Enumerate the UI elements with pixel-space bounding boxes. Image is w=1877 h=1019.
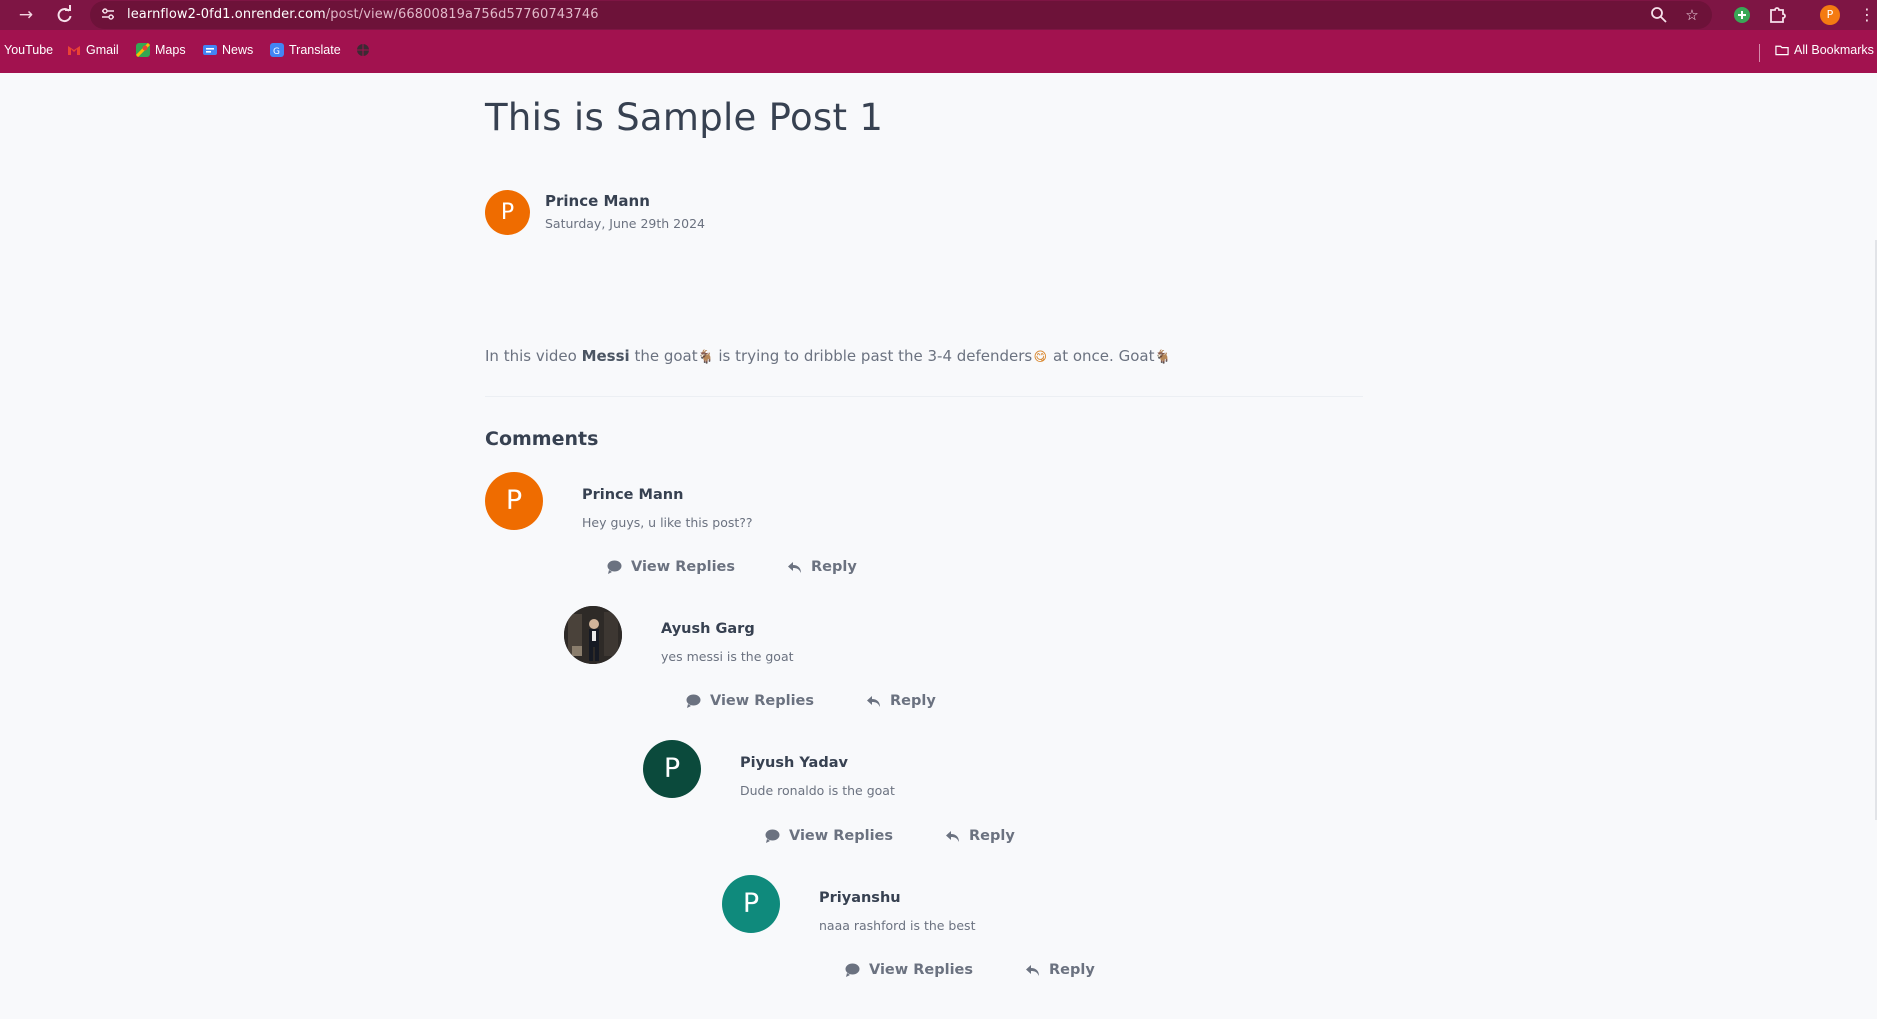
profile-avatar[interactable]: P (1820, 5, 1840, 25)
comment-avatar[interactable]: P (485, 472, 543, 530)
svg-text:G: G (273, 47, 280, 57)
comment-text: naaa rashford is the best (819, 918, 976, 933)
goat-emoji: 🐐 (1154, 350, 1171, 365)
address-bar[interactable]: learnflow2-0fd1.onrender.com/post/view/6… (90, 1, 1712, 29)
comment-text: yes messi is the goat (661, 649, 794, 664)
menu-icon[interactable]: ⋮ (1859, 3, 1875, 27)
post-author-name[interactable]: Prince Mann (545, 192, 650, 210)
comments-heading: Comments (485, 428, 599, 450)
zoom-icon[interactable] (1647, 3, 1671, 27)
extensions-puzzle-icon[interactable] (1766, 4, 1788, 26)
post-title: This is Sample Post 1 (485, 96, 884, 139)
browser-chrome: → learnflow2-0fd1.onrender.com/post/view… (0, 0, 1877, 73)
comment-author[interactable]: Priyanshu (819, 890, 901, 906)
news-icon (203, 45, 217, 55)
post-date: Saturday, June 29th 2024 (545, 216, 705, 231)
view-replies-button[interactable]: View Replies (607, 559, 735, 575)
bookmarks-separator (1759, 44, 1760, 62)
person-photo-icon (564, 606, 622, 664)
bookmark-youtube[interactable]: YouTube (4, 43, 53, 57)
view-replies-button[interactable]: View Replies (686, 693, 814, 709)
comment-avatar[interactable]: P (643, 740, 701, 798)
view-replies-button[interactable]: View Replies (845, 962, 973, 978)
chat-bubble-icon (845, 963, 860, 977)
url-text: learnflow2-0fd1.onrender.com/post/view/6… (127, 7, 599, 22)
bookmark-news[interactable]: News (203, 43, 253, 57)
globe-icon (357, 44, 369, 56)
post-body-bold: Messi (581, 347, 630, 365)
reply-arrow-icon (867, 696, 880, 707)
bookmark-maps[interactable]: Maps (136, 43, 186, 57)
reply-button[interactable]: Reply (945, 828, 1015, 844)
chat-bubble-icon (686, 694, 701, 708)
face-emoji: 😋 (1033, 350, 1048, 365)
forward-icon[interactable]: → (14, 3, 38, 27)
bookmarks-bar: YouTube Gmail Maps News G Translate All … (0, 36, 1877, 66)
comment-author[interactable]: Ayush Garg (661, 621, 755, 637)
reply-button[interactable]: Reply (866, 693, 936, 709)
post-author-avatar[interactable]: P (485, 190, 530, 235)
extension-icon[interactable] (1731, 4, 1753, 26)
translate-icon: G (270, 43, 284, 57)
browser-toolbar: → learnflow2-0fd1.onrender.com/post/view… (0, 0, 1877, 30)
goat-emoji: 🐐 (697, 350, 714, 365)
reload-icon[interactable] (52, 3, 76, 27)
reply-button[interactable]: Reply (787, 559, 857, 575)
bookmark-globe[interactable] (356, 43, 370, 57)
comment-avatar-photo[interactable] (564, 606, 622, 664)
comment-author[interactable]: Piyush Yadav (740, 755, 848, 771)
comment-text: Hey guys, u like this post?? (582, 515, 753, 530)
site-info-icon[interactable] (100, 6, 116, 22)
reply-arrow-icon (1026, 965, 1039, 976)
all-bookmarks[interactable]: All Bookmarks (1775, 43, 1874, 57)
content-divider (485, 396, 1363, 397)
comment-avatar[interactable]: P (722, 875, 780, 933)
bookmark-translate[interactable]: G Translate (270, 43, 341, 57)
chat-bubble-icon (765, 829, 780, 843)
reply-arrow-icon (946, 831, 959, 842)
bookmark-gmail[interactable]: Gmail (67, 43, 119, 57)
reply-arrow-icon (788, 562, 801, 573)
post-body: In this video Messi the goat🐐 is trying … (485, 347, 1171, 365)
folder-icon (1775, 45, 1789, 56)
comment-author[interactable]: Prince Mann (582, 487, 683, 503)
view-replies-button[interactable]: View Replies (765, 828, 893, 844)
comment-text: Dude ronaldo is the goat (740, 783, 895, 798)
reply-button[interactable]: Reply (1025, 962, 1095, 978)
maps-icon (136, 43, 150, 57)
bookmark-star-icon[interactable]: ☆ (1680, 3, 1704, 27)
gmail-icon (68, 46, 80, 55)
chat-bubble-icon (607, 560, 622, 574)
